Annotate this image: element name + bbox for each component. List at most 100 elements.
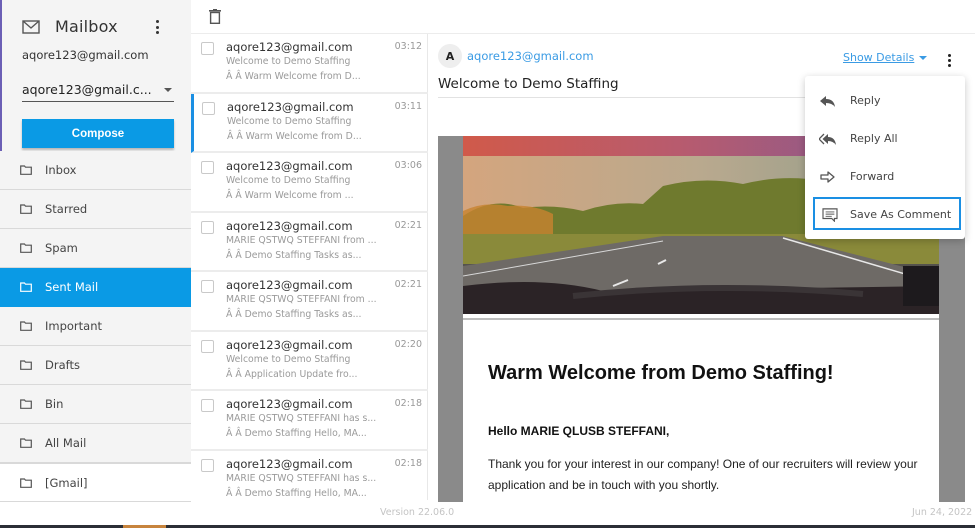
- message-preview: Â Â Demo Staffing Hello, MA...: [226, 487, 367, 499]
- message-subject: Welcome to Demo Staffing: [226, 56, 351, 67]
- message-row[interactable]: aqore123@gmail.com 02:18 MARIE QSTWQ STE…: [191, 391, 428, 451]
- menu-item-forward[interactable]: Forward: [805, 159, 965, 195]
- folder-label: All Mail: [45, 436, 87, 450]
- sender-email[interactable]: aqore123@gmail.com: [467, 49, 594, 63]
- brand: Mailbox: [22, 17, 118, 36]
- sidebar-item-bin[interactable]: Bin: [0, 385, 191, 424]
- message-from: aqore123@gmail.com: [226, 159, 353, 173]
- folder-label: Spam: [45, 241, 78, 255]
- menu-label: Reply: [850, 94, 881, 107]
- folder-icon: [20, 321, 32, 331]
- forward-icon: [820, 171, 835, 183]
- account-select-value: aqore123@gmail.c...: [22, 82, 152, 97]
- message-checkbox[interactable]: [201, 458, 214, 472]
- message-subject: MARIE QSTWQ STEFFANI has s...: [226, 472, 377, 484]
- folder-label: Sent Mail: [45, 280, 99, 294]
- mailbox-title: Mailbox: [55, 17, 118, 36]
- message-preview: Â Â Warm Welcome from D...: [226, 71, 361, 82]
- message-checkbox[interactable]: [201, 161, 214, 174]
- footer-date: Jun 24, 2022: [912, 507, 973, 518]
- menu-label: Reply All: [850, 132, 898, 145]
- message-preview: Â Â Warm Welcome from ...: [226, 190, 354, 201]
- message-time: 02:20: [394, 338, 422, 350]
- message-checkbox[interactable]: [201, 42, 214, 55]
- email-heading: Warm Welcome from Demo Staffing!: [488, 362, 834, 384]
- menu-item-reply[interactable]: Reply: [805, 83, 965, 119]
- message-checkbox[interactable]: [201, 399, 214, 412]
- sidebar-item-sent-mail[interactable]: Sent Mail: [0, 268, 191, 307]
- sidebar-more-icon[interactable]: [154, 20, 160, 34]
- mailbox-app: Mailbox aqore123@gmail.com aqore123@gmai…: [0, 0, 975, 528]
- message-time: 02:21: [394, 279, 422, 290]
- message-preview: Â Â Demo Staffing Tasks as...: [226, 309, 362, 320]
- message-checkbox[interactable]: [201, 280, 214, 293]
- toolbar: [191, 0, 975, 34]
- chevron-down-icon: [164, 88, 172, 92]
- message-subject: Welcome to Demo Staffing: [227, 115, 352, 127]
- message-checkbox[interactable]: [202, 101, 215, 115]
- folder-icon: [20, 165, 32, 175]
- sidebar: Mailbox aqore123@gmail.com aqore123@gmai…: [0, 0, 191, 502]
- menu-label: Forward: [850, 170, 895, 183]
- message-row[interactable]: aqore123@gmail.com 02:21 MARIE QSTWQ STE…: [191, 213, 428, 272]
- folder-label: [Gmail]: [45, 475, 88, 490]
- sidebar-item-inbox[interactable]: Inbox: [0, 151, 191, 190]
- caret-down-icon[interactable]: [919, 56, 927, 60]
- menu-item-reply-all[interactable]: Reply All: [805, 121, 965, 157]
- message-list: aqore123@gmail.com 03:12 Welcome to Demo…: [191, 34, 428, 510]
- folder-label: Starred: [45, 202, 88, 216]
- message-subject: Welcome to Demo Staffing: [226, 175, 351, 186]
- message-list-pane: aqore123@gmail.com 03:12 Welcome to Demo…: [191, 34, 428, 500]
- sidebar-item-gmail[interactable]: [Gmail]: [0, 463, 191, 502]
- message-row[interactable]: aqore123@gmail.com 03:12 Welcome to Demo…: [191, 34, 428, 94]
- sidebar-item-drafts[interactable]: Drafts: [0, 346, 191, 385]
- message-preview: Â Â Application Update fro...: [226, 368, 358, 380]
- divider: [438, 97, 818, 98]
- message-subject: MARIE QSTWQ STEFFANI from ...: [226, 234, 377, 246]
- message-subject: Welcome to Demo Staffing: [226, 353, 351, 365]
- email-subject: Welcome to Demo Staffing: [438, 76, 619, 92]
- folder-label: Inbox: [45, 163, 77, 177]
- message-from: aqore123@gmail.com: [226, 337, 353, 352]
- banner-divider: [463, 318, 939, 320]
- avatar: A: [438, 44, 462, 68]
- reply-all-icon: [819, 133, 836, 145]
- folder-icon: [20, 438, 32, 448]
- message-row-selected[interactable]: aqore123@gmail.com 03:11 Welcome to Demo…: [191, 93, 428, 153]
- folder-icon: [20, 360, 32, 370]
- message-checkbox[interactable]: [201, 339, 214, 353]
- compose-button[interactable]: Compose: [22, 119, 174, 148]
- more-options-icon[interactable]: [946, 54, 952, 67]
- comment-icon: [822, 208, 838, 222]
- folder-icon: [20, 399, 32, 409]
- message-time: 02:21: [394, 219, 422, 231]
- sidebar-item-spam[interactable]: Spam: [0, 229, 191, 268]
- folder-label: Important: [45, 319, 103, 333]
- message-actions-menu: Reply Reply All Forward Save As Comment: [805, 76, 965, 239]
- account-select[interactable]: aqore123@gmail.c...: [22, 80, 174, 102]
- message-time: 02:18: [394, 457, 422, 469]
- message-from: aqore123@gmail.com: [226, 218, 353, 233]
- message-row[interactable]: aqore123@gmail.com 02:20 Welcome to Demo…: [191, 332, 428, 391]
- menu-label: Save As Comment: [850, 208, 952, 221]
- message-preview: Â Â Demo Staffing Hello, MA...: [226, 428, 367, 439]
- folder-icon: [20, 282, 32, 292]
- folder-icon: [20, 478, 32, 488]
- sidebar-item-starred[interactable]: Starred: [0, 190, 191, 229]
- account-email: aqore123@gmail.com: [22, 48, 149, 62]
- message-row[interactable]: aqore123@gmail.com 02:21 MARIE QSTWQ STE…: [191, 272, 428, 332]
- show-details-link[interactable]: Show Details: [843, 51, 914, 64]
- message-time: 03:11: [394, 100, 422, 112]
- message-row[interactable]: aqore123@gmail.com 02:18 MARIE QSTWQ STE…: [191, 451, 428, 511]
- message-from: aqore123@gmail.com: [226, 456, 353, 471]
- message-subject: MARIE QSTWQ STEFFANI from ...: [226, 294, 377, 305]
- folder-label: Bin: [45, 397, 64, 411]
- message-checkbox[interactable]: [201, 220, 214, 234]
- message-row[interactable]: aqore123@gmail.com 03:06 Welcome to Demo…: [191, 153, 428, 213]
- sidebar-item-all-mail[interactable]: All Mail: [0, 424, 191, 463]
- message-time: 02:18: [394, 398, 422, 409]
- sidebar-item-important[interactable]: Important: [0, 307, 191, 346]
- trash-icon[interactable]: [209, 9, 221, 24]
- version-label: Version 22.06.0: [380, 507, 455, 518]
- menu-item-save-as-comment[interactable]: Save As Comment: [813, 197, 961, 230]
